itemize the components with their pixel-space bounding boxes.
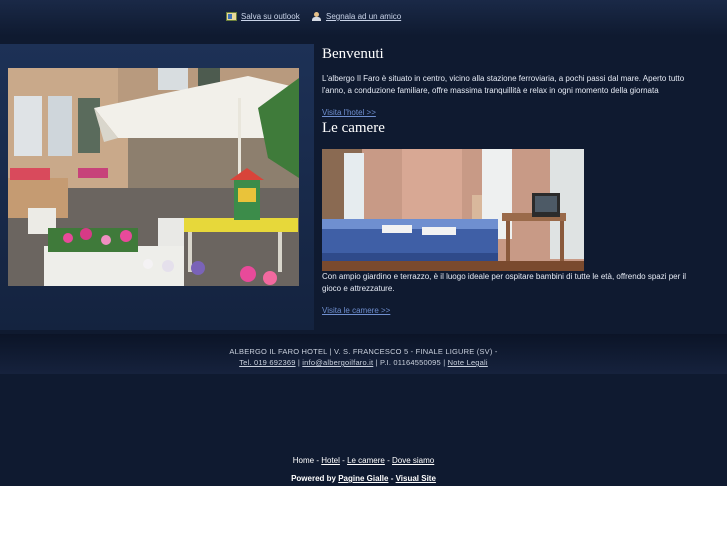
- save-outlook-label: Salva su outlook: [241, 12, 300, 21]
- nav-dove-link[interactable]: Dove siamo: [392, 456, 434, 465]
- nav-camere-link[interactable]: Le camere: [347, 456, 385, 465]
- bottom-nav: Home - Hotel - Le camere - Dove siamo: [0, 456, 727, 465]
- nav-separator: -: [316, 456, 319, 465]
- powered-prefix: Powered by: [291, 474, 336, 483]
- recommend-friend-label: Segnala ad un amico: [326, 12, 402, 21]
- rooms-title: Le camere: [322, 120, 385, 136]
- powered-dash: -: [390, 474, 394, 483]
- save-outlook-link[interactable]: Salva su outlook: [226, 12, 300, 21]
- nav-hotel-link[interactable]: Hotel: [321, 456, 340, 465]
- pagine-gialle-link[interactable]: Pagine Gialle: [338, 474, 388, 483]
- footer-contacts: Tel. 019 692369 | info@albergoilfaro.it …: [0, 358, 727, 367]
- powered-by: Powered by Pagine Gialle - Visual Site: [0, 474, 727, 483]
- friend-icon: [311, 12, 322, 21]
- visual-site-link[interactable]: Visual Site: [396, 474, 436, 483]
- page: Salva su outlook Segnala ad un amico Ben…: [0, 0, 727, 486]
- footer-piva: | P.I. 01164550095 |: [373, 358, 448, 367]
- footer-email-link[interactable]: info@albergoilfaro.it: [302, 358, 373, 367]
- visit-hotel-link[interactable]: Visita l'hotel >>: [322, 108, 376, 117]
- nav-separator: -: [342, 456, 345, 465]
- hotel-terrace-photo: [8, 68, 299, 286]
- nav-home[interactable]: Home: [293, 456, 314, 465]
- footer-address: ALBERGO IL FARO HOTEL | V. S. FRANCESCO …: [229, 347, 498, 356]
- rooms-text: Con ampio giardino e terrazzo, è il luog…: [322, 272, 687, 293]
- nav-separator: -: [387, 456, 390, 465]
- footer-legal-link[interactable]: Note Legali: [448, 358, 488, 367]
- recommend-friend-link[interactable]: Segnala ad un amico: [311, 12, 401, 21]
- footer-tel-link[interactable]: Tel. 019 692369: [239, 358, 295, 367]
- welcome-title: Benvenuti: [322, 46, 384, 62]
- visit-rooms-link[interactable]: Visita le camere >>: [322, 306, 390, 315]
- outlook-icon: [226, 12, 237, 21]
- hotel-room-photo: [322, 149, 584, 271]
- welcome-text: L'albergo Il Faro è situato in centro, v…: [322, 74, 685, 95]
